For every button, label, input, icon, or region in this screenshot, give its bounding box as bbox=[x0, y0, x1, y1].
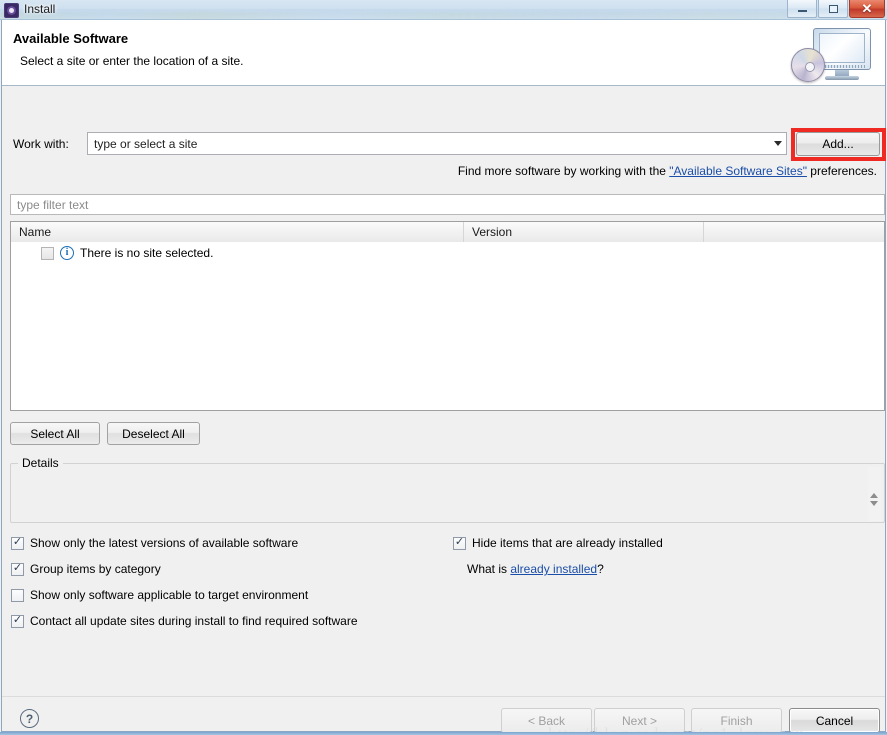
table-row[interactable]: i There is no site selected. bbox=[11, 242, 884, 264]
what-is-suffix: ? bbox=[597, 562, 604, 576]
details-panel bbox=[10, 463, 885, 523]
work-with-label: Work with: bbox=[13, 137, 69, 151]
row-label: There is no site selected. bbox=[80, 246, 213, 260]
footer-divider bbox=[2, 696, 885, 697]
minimize-button[interactable] bbox=[787, 0, 817, 18]
install-dialog-window: Install ✕ Available Software Select a si… bbox=[0, 0, 887, 735]
software-table: Name Version i There is no site selected… bbox=[10, 221, 885, 411]
option-label: Hide items that are already installed bbox=[472, 536, 663, 550]
option-label: Show only software applicable to target … bbox=[30, 588, 308, 602]
what-is-prefix: What is bbox=[467, 562, 510, 576]
next-button[interactable]: Next > bbox=[594, 708, 685, 733]
checkbox-show-latest-versions[interactable] bbox=[11, 537, 24, 550]
maximize-button[interactable] bbox=[818, 0, 848, 18]
cancel-button[interactable]: Cancel bbox=[789, 708, 880, 733]
window-title: Install bbox=[24, 2, 55, 16]
find-prefix: Find more software by working with the bbox=[458, 164, 669, 178]
filter-input[interactable]: type filter text bbox=[10, 194, 885, 215]
checkbox-hide-installed-items[interactable] bbox=[453, 537, 466, 550]
chevron-down-icon[interactable] bbox=[769, 133, 786, 154]
what-is-already-installed-text: What is already installed? bbox=[467, 562, 604, 576]
option-show-latest-versions[interactable]: Show only the latest versions of availab… bbox=[11, 536, 298, 550]
install-gear-icon bbox=[4, 3, 19, 18]
details-scrollbar[interactable] bbox=[868, 467, 881, 521]
work-with-combo[interactable]: type or select a site bbox=[87, 132, 787, 155]
option-label: Contact all update sites during install … bbox=[30, 614, 358, 628]
dialog-banner: Available Software Select a site or ente… bbox=[2, 20, 885, 86]
table-header-row: Name Version bbox=[11, 222, 884, 242]
question-mark-icon[interactable]: ? bbox=[20, 709, 39, 728]
checkbox-contact-update-sites[interactable] bbox=[11, 615, 24, 628]
column-header-name[interactable]: Name bbox=[11, 222, 464, 242]
available-software-sites-link[interactable]: "Available Software Sites" bbox=[669, 164, 807, 178]
work-with-input[interactable]: type or select a site bbox=[88, 137, 769, 151]
details-label: Details bbox=[18, 456, 63, 470]
info-icon: i bbox=[60, 246, 74, 260]
checkbox-show-applicable-software[interactable] bbox=[11, 589, 24, 602]
cd-disc-icon bbox=[791, 48, 825, 82]
dialog-body: Available Software Select a site or ente… bbox=[1, 20, 886, 732]
monitor-screen bbox=[819, 33, 865, 63]
minimize-icon bbox=[798, 10, 807, 12]
checkbox-group-by-category[interactable] bbox=[11, 563, 24, 576]
page-subtitle: Select a site or enter the location of a… bbox=[20, 54, 243, 68]
option-label: Show only the latest versions of availab… bbox=[30, 536, 298, 550]
option-show-applicable-software[interactable]: Show only software applicable to target … bbox=[11, 588, 308, 602]
already-installed-link[interactable]: already installed bbox=[510, 562, 597, 576]
monitor-base bbox=[825, 76, 859, 80]
page-title: Available Software bbox=[13, 31, 128, 46]
option-contact-update-sites[interactable]: Contact all update sites during install … bbox=[11, 614, 358, 628]
finish-button[interactable]: Finish bbox=[691, 708, 782, 733]
find-more-software-text: Find more software by working with the "… bbox=[458, 164, 877, 178]
option-label: Group items by category bbox=[30, 562, 161, 576]
monitor-with-cd-icon bbox=[789, 26, 875, 84]
column-header-extra[interactable] bbox=[704, 222, 884, 242]
add-button[interactable]: Add... bbox=[796, 132, 880, 156]
title-bar-backdrop bbox=[0, 12, 887, 20]
option-group-by-category[interactable]: Group items by category bbox=[11, 562, 161, 576]
monitor-grille bbox=[819, 65, 865, 68]
find-suffix: preferences. bbox=[807, 164, 877, 178]
title-bar: Install ✕ bbox=[0, 0, 887, 20]
row-checkbox[interactable] bbox=[41, 247, 54, 260]
scroll-down-arrow-icon[interactable] bbox=[870, 501, 878, 506]
close-button[interactable]: ✕ bbox=[849, 0, 885, 18]
select-all-button[interactable]: Select All bbox=[10, 422, 100, 445]
filter-placeholder: type filter text bbox=[11, 198, 88, 212]
option-hide-installed-items[interactable]: Hide items that are already installed bbox=[453, 536, 663, 550]
maximize-icon bbox=[829, 5, 838, 13]
back-button[interactable]: < Back bbox=[501, 708, 592, 733]
scroll-up-arrow-icon[interactable] bbox=[870, 493, 878, 498]
column-header-version[interactable]: Version bbox=[464, 222, 704, 242]
close-icon: ✕ bbox=[862, 2, 873, 15]
deselect-all-button[interactable]: Deselect All bbox=[107, 422, 200, 445]
